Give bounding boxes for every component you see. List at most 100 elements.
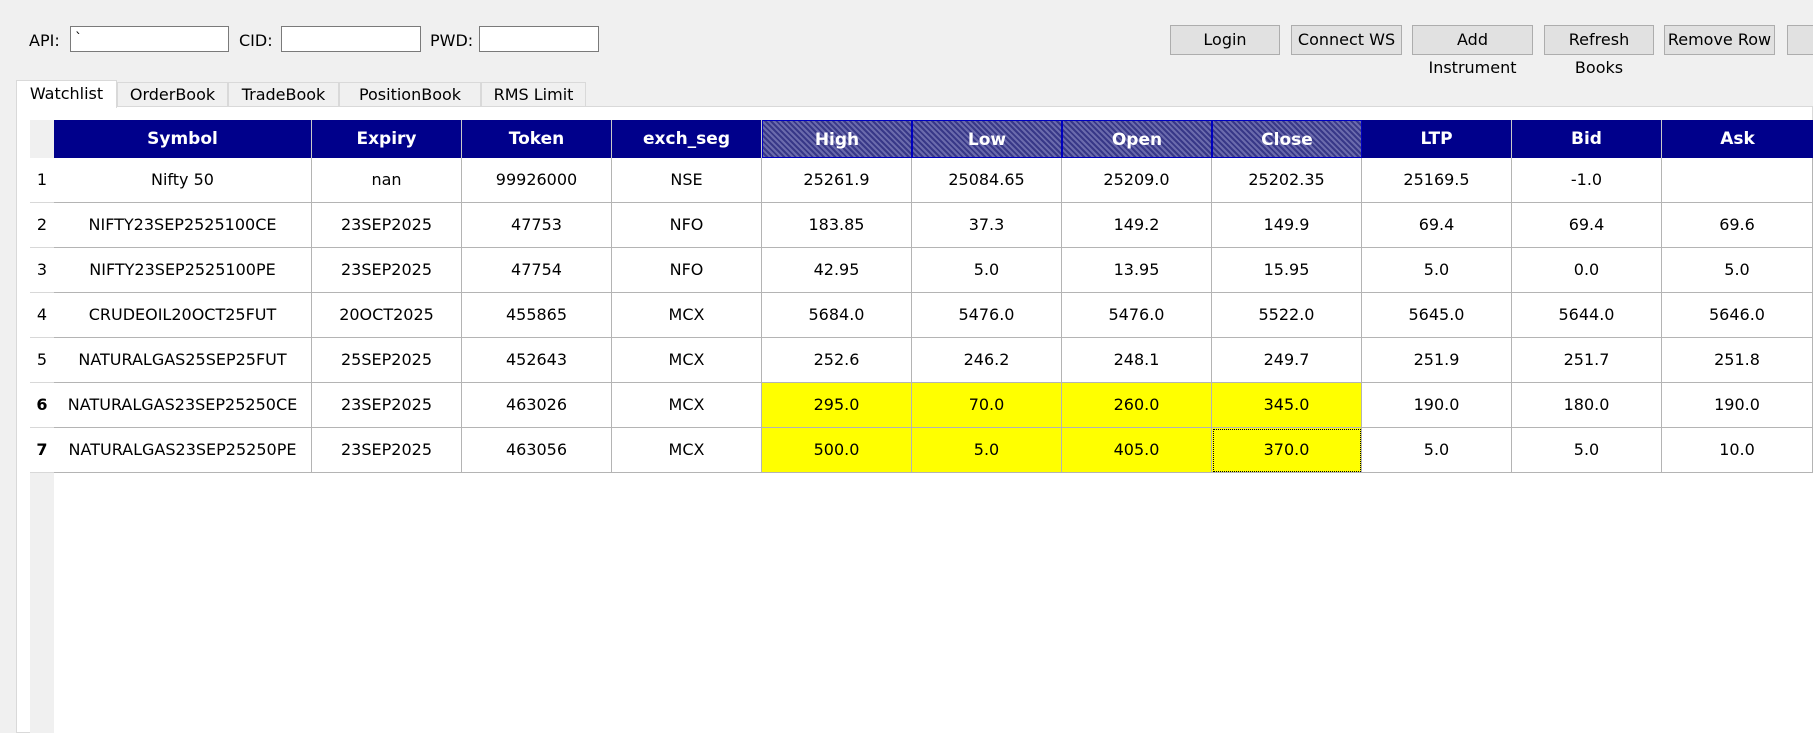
cell-ltp[interactable]: 5.0 (1362, 428, 1512, 473)
cell-token[interactable]: 47753 (462, 203, 612, 248)
cell-ask[interactable]: 69.6 (1662, 203, 1813, 248)
cell-token[interactable]: 99926000 (462, 158, 612, 203)
cell-open[interactable]: 5476.0 (1062, 293, 1212, 338)
pwd-input[interactable] (479, 26, 599, 52)
tab-orderbook[interactable]: OrderBook (117, 82, 228, 107)
cell-ask[interactable]: 5.0 (1662, 248, 1813, 293)
cell-open[interactable]: 260.0 (1062, 383, 1212, 428)
table-row[interactable]: NIFTY23SEP2525100CE 23SEP2025 47753 NFO 183.… (54, 203, 1813, 248)
column-header-high[interactable]: High (762, 120, 912, 158)
cell-bid[interactable]: 0.0 (1512, 248, 1662, 293)
cell-exch-seg[interactable]: MCX (612, 383, 762, 428)
cell-ask[interactable]: 5646.0 (1662, 293, 1813, 338)
column-header-ask[interactable]: Ask (1662, 120, 1813, 158)
cell-bid[interactable]: 251.7 (1512, 338, 1662, 383)
cell-symbol[interactable]: NIFTY23SEP2525100PE (54, 248, 312, 293)
cell-exch-seg[interactable]: MCX (612, 428, 762, 473)
table-row[interactable]: NIFTY23SEP2525100PE 23SEP2025 47754 NFO 42.9… (54, 248, 1813, 293)
column-header-open[interactable]: Open (1062, 120, 1212, 158)
cell-expiry[interactable]: 20OCT2025 (312, 293, 462, 338)
cell-ltp[interactable]: 5645.0 (1362, 293, 1512, 338)
tab-watchlist[interactable]: Watchlist (16, 80, 117, 108)
cell-ltp[interactable]: 69.4 (1362, 203, 1512, 248)
cell-close[interactable]: 5522.0 (1212, 293, 1362, 338)
cell-high[interactable]: 42.95 (762, 248, 912, 293)
cell-ltp[interactable]: 25169.5 (1362, 158, 1512, 203)
table-row[interactable]: NATURALGAS25SEP25FUT 25SEP2025 452643 MCX 25… (54, 338, 1813, 383)
cell-symbol[interactable]: NATURALGAS25SEP25FUT (54, 338, 312, 383)
cell-close[interactable]: 370.0 (1212, 428, 1362, 473)
cell-close[interactable]: 345.0 (1212, 383, 1362, 428)
cell-high[interactable]: 183.85 (762, 203, 912, 248)
row-number[interactable]: 3 (30, 248, 54, 293)
cell-low[interactable]: 70.0 (912, 383, 1062, 428)
tab-positionbook[interactable]: PositionBook (339, 82, 481, 107)
cell-exch-seg[interactable]: NFO (612, 248, 762, 293)
cell-bid[interactable]: 180.0 (1512, 383, 1662, 428)
refresh-books-button[interactable]: Refresh Books (1544, 25, 1654, 77)
login-button[interactable]: Login (1170, 25, 1280, 55)
cell-bid[interactable]: -1.0 (1512, 158, 1662, 203)
cell-low[interactable]: 5476.0 (912, 293, 1062, 338)
column-header-low[interactable]: Low (912, 120, 1062, 158)
cell-symbol[interactable]: NATURALGAS23SEP25250PE (54, 428, 312, 473)
cell-symbol[interactable]: Nifty 50 (54, 158, 312, 203)
cell-ask[interactable]: 10.0 (1662, 428, 1813, 473)
cell-expiry[interactable]: nan (312, 158, 462, 203)
cell-open[interactable]: 149.2 (1062, 203, 1212, 248)
cell-symbol[interactable]: CRUDEOIL20OCT25FUT (54, 293, 312, 338)
cell-bid[interactable]: 69.4 (1512, 203, 1662, 248)
column-header-expiry[interactable]: Expiry (312, 120, 462, 158)
cell-high[interactable]: 5684.0 (762, 293, 912, 338)
cell-ltp[interactable]: 251.9 (1362, 338, 1512, 383)
cell-low[interactable]: 5.0 (912, 428, 1062, 473)
cell-high[interactable]: 25261.9 (762, 158, 912, 203)
cell-low[interactable]: 246.2 (912, 338, 1062, 383)
cid-input[interactable] (281, 26, 421, 52)
column-header-exch-seg[interactable]: exch_seg (612, 120, 762, 158)
cell-high[interactable]: 295.0 (762, 383, 912, 428)
cell-high[interactable]: 252.6 (762, 338, 912, 383)
overflow-button[interactable] (1787, 25, 1813, 55)
table-row[interactable]: CRUDEOIL20OCT25FUT 20OCT2025 455865 MCX 5684… (54, 293, 1813, 338)
cell-exch-seg[interactable]: MCX (612, 293, 762, 338)
cell-high[interactable]: 500.0 (762, 428, 912, 473)
remove-row-button[interactable]: Remove Row (1664, 25, 1775, 55)
column-header-ltp[interactable]: LTP (1362, 120, 1512, 158)
row-number[interactable]: 2 (30, 203, 54, 248)
row-number[interactable]: 4 (30, 293, 54, 338)
cell-close[interactable]: 25202.35 (1212, 158, 1362, 203)
cell-symbol[interactable]: NIFTY23SEP2525100CE (54, 203, 312, 248)
table-corner[interactable] (30, 120, 54, 158)
connect-ws-button[interactable]: Connect WS (1291, 25, 1402, 55)
cell-symbol[interactable]: NATURALGAS23SEP25250CE (54, 383, 312, 428)
cell-token[interactable]: 455865 (462, 293, 612, 338)
cell-low[interactable]: 5.0 (912, 248, 1062, 293)
cell-open[interactable]: 248.1 (1062, 338, 1212, 383)
cell-open[interactable]: 13.95 (1062, 248, 1212, 293)
cell-token[interactable]: 452643 (462, 338, 612, 383)
tab-tradebook[interactable]: TradeBook (228, 82, 339, 107)
row-number[interactable]: 7 (30, 428, 54, 473)
cell-open[interactable]: 405.0 (1062, 428, 1212, 473)
cell-bid[interactable]: 5.0 (1512, 428, 1662, 473)
column-header-token[interactable]: Token (462, 120, 612, 158)
api-input[interactable] (70, 26, 229, 52)
cell-open[interactable]: 25209.0 (1062, 158, 1212, 203)
row-number[interactable]: 5 (30, 338, 54, 383)
table-row[interactable]: NATURALGAS23SEP25250PE 23SEP2025 463056 MCX… (54, 428, 1813, 473)
cell-low[interactable]: 37.3 (912, 203, 1062, 248)
cell-exch-seg[interactable]: NFO (612, 203, 762, 248)
cell-bid[interactable]: 5644.0 (1512, 293, 1662, 338)
tab-rms-limit[interactable]: RMS Limit (481, 82, 586, 107)
cell-token[interactable]: 47754 (462, 248, 612, 293)
cell-low[interactable]: 25084.65 (912, 158, 1062, 203)
cell-expiry[interactable]: 23SEP2025 (312, 428, 462, 473)
table-row[interactable]: NATURALGAS23SEP25250CE 23SEP2025 463026 MCX… (54, 383, 1813, 428)
cell-ltp[interactable]: 5.0 (1362, 248, 1512, 293)
cell-close[interactable]: 149.9 (1212, 203, 1362, 248)
cell-close[interactable]: 15.95 (1212, 248, 1362, 293)
cell-token[interactable]: 463026 (462, 383, 612, 428)
cell-ask[interactable]: 251.8 (1662, 338, 1813, 383)
cell-exch-seg[interactable]: MCX (612, 338, 762, 383)
